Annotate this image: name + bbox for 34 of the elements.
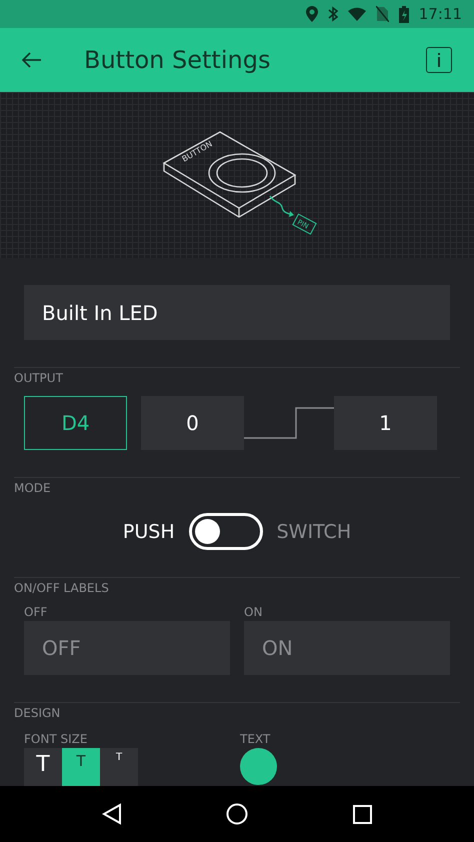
recents-icon[interactable]: [352, 804, 372, 824]
home-icon[interactable]: [226, 803, 248, 825]
no-sim-icon: [376, 6, 389, 22]
section-label: DESIGN: [14, 706, 60, 720]
font-size-button[interactable]: T: [100, 748, 138, 786]
field-label: TEXT: [240, 732, 270, 746]
location-icon: [306, 6, 318, 22]
label-input-field[interactable]: ON: [244, 621, 450, 675]
info-icon: [435, 53, 443, 67]
field-label: ON: [244, 605, 262, 619]
label-input-field[interactable]: OFF: [24, 621, 230, 675]
font-size-button[interactable]: T: [24, 748, 62, 786]
mode-option: SWITCH: [276, 520, 352, 542]
back-arrow-icon[interactable]: [22, 52, 42, 68]
status-time: 17:11: [418, 5, 462, 23]
mode-option: PUSH: [122, 520, 175, 542]
section-label: MODE: [14, 481, 51, 495]
section-label: ON/OFF LABELS: [14, 581, 109, 595]
low-value-field[interactable]: 0: [141, 396, 244, 450]
font-size-button[interactable]: T: [62, 748, 100, 786]
battery-charging-icon: [398, 6, 409, 22]
mode-switch[interactable]: [188, 513, 263, 550]
high-value-field[interactable]: 1: [334, 396, 437, 450]
bluetooth-icon: [328, 6, 338, 22]
screen-title: Button Settings: [84, 46, 272, 74]
wifi-icon: [348, 7, 366, 21]
field-label: OFF: [24, 605, 48, 619]
section-label: OUTPUT: [14, 371, 63, 385]
info-button[interactable]: [426, 47, 452, 73]
back-icon[interactable]: [102, 803, 122, 825]
name-input-field[interactable]: Built In LED: [24, 285, 450, 340]
pin-button[interactable]: D4: [24, 396, 127, 450]
color-swatch[interactable]: [240, 748, 277, 785]
field-label: FONT SIZE: [24, 732, 88, 746]
